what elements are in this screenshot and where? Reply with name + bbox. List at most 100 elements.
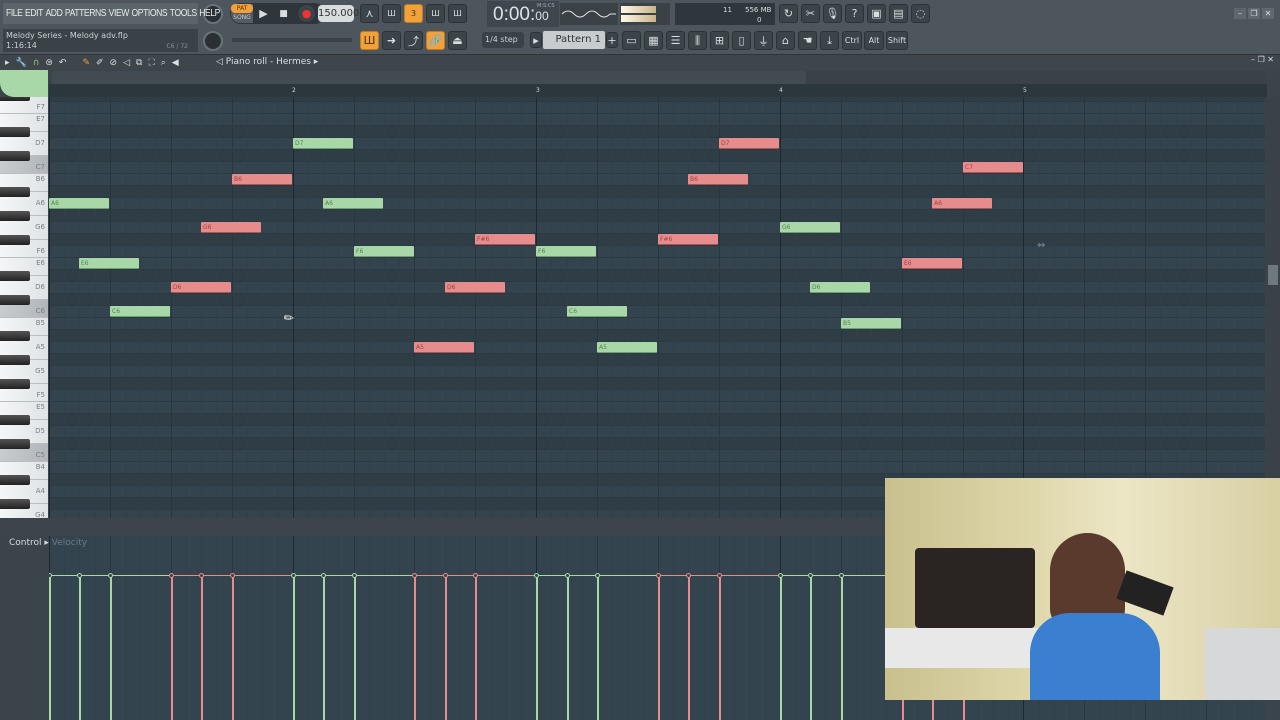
delete-icon[interactable]: ⊘ (110, 58, 118, 68)
velocity-handle[interactable] (412, 573, 417, 578)
note[interactable]: A6 (932, 198, 992, 209)
black-key[interactable] (0, 499, 30, 509)
black-key[interactable] (0, 415, 30, 425)
velocity-handle[interactable] (230, 573, 235, 578)
step-edit-icon[interactable]: Ш (426, 4, 445, 23)
note[interactable]: B5 (841, 318, 901, 329)
note[interactable]: G6 (780, 222, 840, 233)
velocity-handle[interactable] (473, 573, 478, 578)
note[interactable]: C6 (110, 306, 170, 317)
velocity-stem[interactable] (354, 575, 356, 720)
download-icon[interactable]: ⤓ (820, 31, 839, 50)
cut-icon[interactable]: ✂ (801, 4, 820, 23)
note[interactable]: D7 (719, 138, 779, 149)
slice-icon[interactable]: ⧉ (136, 58, 142, 68)
velocity-handle[interactable] (321, 573, 326, 578)
export-icon[interactable]: ▤ (889, 4, 908, 23)
menu-help[interactable]: HELP (199, 8, 220, 19)
menu-options[interactable]: OPTIONS (132, 8, 168, 19)
play-button[interactable]: ▶ (254, 4, 273, 23)
black-key[interactable] (0, 475, 30, 485)
timeline-ruler[interactable]: 2 3 4 5 (49, 84, 1267, 97)
velocity-handle[interactable] (565, 573, 570, 578)
tempo-display[interactable]: 150.000 (318, 5, 359, 22)
velocity-handle[interactable] (778, 573, 783, 578)
velocity-stem[interactable] (810, 575, 812, 720)
black-key[interactable] (0, 331, 30, 341)
note[interactable]: C7 (963, 162, 1023, 173)
playlist-icon[interactable]: ▭ (622, 31, 641, 50)
browser-icon[interactable]: ⊞ (710, 31, 729, 50)
countdown-icon[interactable]: 3 (404, 4, 423, 23)
magnet-icon[interactable]: ∩ (33, 58, 40, 68)
close-icon[interactable]: ✕ (1262, 8, 1274, 19)
velocity-handle[interactable] (443, 573, 448, 578)
note[interactable]: F6 (536, 246, 596, 257)
note[interactable]: F6 (354, 246, 414, 257)
menu-view[interactable]: VIEW (109, 8, 130, 19)
stamp-icon[interactable]: ⏏ (448, 31, 467, 50)
pencil-icon[interactable]: ✎ (82, 58, 90, 68)
menu-add[interactable]: ADD (45, 8, 62, 19)
mixer-icon[interactable]: ⫼ (688, 31, 707, 50)
note[interactable]: D6 (810, 282, 870, 293)
chat-icon[interactable]: ◌ (911, 4, 930, 23)
velocity-handle[interactable] (656, 573, 661, 578)
zoom-icon[interactable]: ⌕ (161, 58, 166, 68)
control-selector[interactable]: Control ▸ Velocity (9, 538, 87, 548)
black-key[interactable] (0, 271, 30, 281)
velocity-stem[interactable] (567, 575, 569, 720)
velocity-handle[interactable] (808, 573, 813, 578)
pattern-prev-arrow[interactable]: ▸ (530, 32, 542, 48)
velocity-stem[interactable] (688, 575, 690, 720)
alt-key-button[interactable]: Alt (864, 31, 884, 50)
velocity-stem[interactable] (536, 575, 538, 720)
velocity-stem[interactable] (597, 575, 599, 720)
velocity-stem[interactable] (414, 575, 416, 720)
note[interactable]: D7 (293, 138, 353, 149)
piano-roll-icon[interactable]: ▦ (644, 31, 663, 50)
note[interactable]: C6 (567, 306, 627, 317)
piano-roll-window-controls[interactable]: – ❐ ✕ (1251, 55, 1274, 64)
velocity-stem[interactable] (110, 575, 112, 720)
note[interactable]: F#6 (475, 234, 535, 245)
velocity-stem[interactable] (841, 575, 843, 720)
microphone-icon[interactable]: 🎙 (823, 4, 842, 23)
black-key[interactable] (0, 97, 30, 101)
velocity-handle[interactable] (199, 573, 204, 578)
velocity-stem[interactable] (171, 575, 173, 720)
brush-icon[interactable]: ✐ (96, 58, 104, 68)
piano-keyboard[interactable]: F7 E7 D7 C7 B6 A6 G6 F6 E6 D6 C6 B5 A5 G5 F5 E5 D5 C5 B4 A4… (0, 97, 48, 518)
black-key[interactable] (0, 355, 30, 365)
velocity-stem[interactable] (201, 575, 203, 720)
velocity-stem[interactable] (232, 575, 234, 720)
velocity-handle[interactable] (169, 573, 174, 578)
typing-keyboard-icon[interactable]: Ш (360, 31, 379, 50)
black-key[interactable] (0, 127, 30, 137)
velocity-stem[interactable] (293, 575, 295, 720)
add-pattern-button[interactable]: + (606, 32, 618, 48)
velocity-handle[interactable] (717, 573, 722, 578)
velocity-stem[interactable] (658, 575, 660, 720)
velocity-stem[interactable] (49, 575, 51, 720)
save-icon[interactable]: ▣ (867, 4, 886, 23)
instrument-preview-button[interactable] (0, 70, 48, 97)
wait-input-icon[interactable]: Ш (382, 4, 401, 23)
velocity-handle[interactable] (534, 573, 539, 578)
vertical-scrollbar[interactable] (1266, 97, 1280, 518)
velocity-handle[interactable] (49, 573, 52, 578)
arrow-icon[interactable]: ➜ (382, 31, 401, 50)
velocity-handle[interactable] (839, 573, 844, 578)
menu-edit[interactable]: EDIT (25, 8, 43, 19)
restore-icon[interactable]: ❐ (1248, 8, 1260, 19)
menu-patterns[interactable]: PATTERNS (65, 8, 107, 19)
loop-record-icon[interactable]: Ш (448, 4, 467, 23)
undo-history-icon[interactable]: ↻ (779, 4, 798, 23)
slide-icon[interactable]: ⤴ (404, 31, 423, 50)
note[interactable]: E6 (79, 258, 139, 269)
undo-icon[interactable]: ↶ (59, 58, 67, 68)
black-key[interactable] (0, 187, 30, 197)
note[interactable]: A6 (323, 198, 383, 209)
pattern-selector[interactable]: Pattern 1 (543, 31, 605, 49)
playback-icon[interactable]: ◀ (172, 58, 179, 68)
